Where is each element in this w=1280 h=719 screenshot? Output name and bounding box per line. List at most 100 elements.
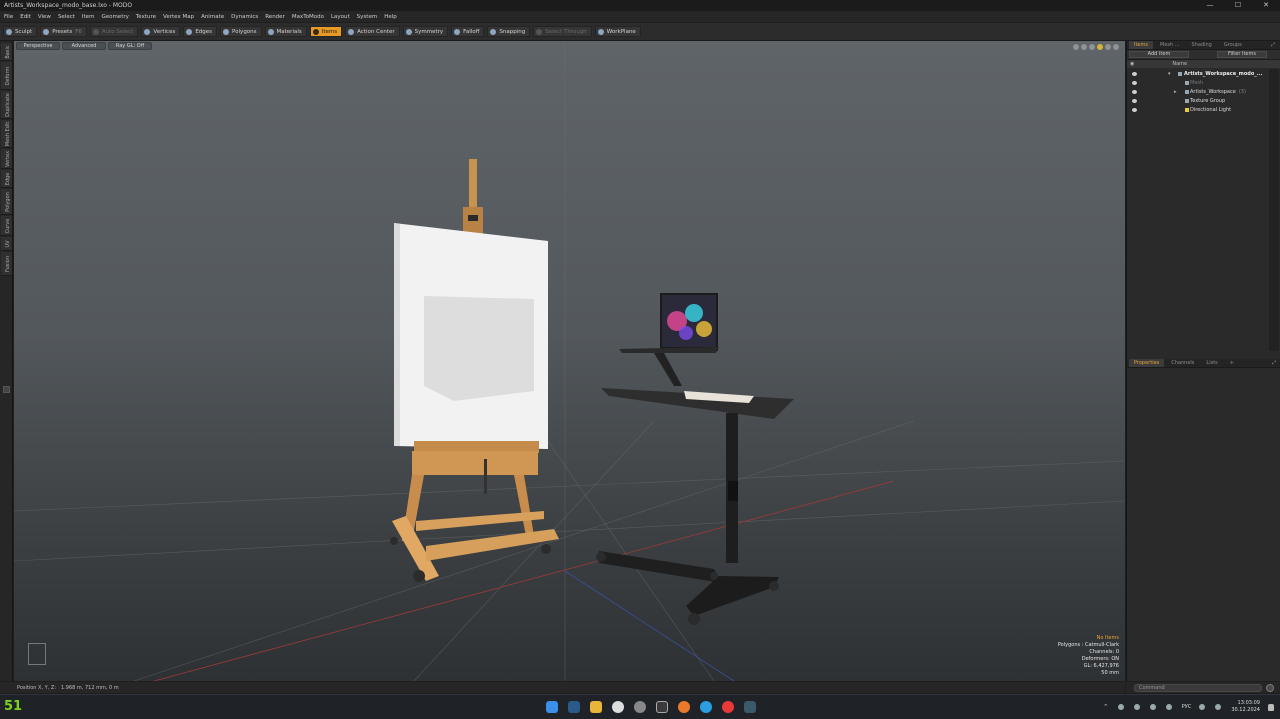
presets-button[interactable]: Presets F6 bbox=[40, 26, 87, 37]
3d-viewport[interactable]: Perspective Advanced Ray GL: Off No Item… bbox=[14, 41, 1125, 681]
falloff-button[interactable]: Falloff bbox=[451, 26, 485, 37]
minimize-button[interactable]: — bbox=[1196, 0, 1224, 11]
ground-grid bbox=[14, 41, 1125, 681]
wifi-icon[interactable] bbox=[1199, 704, 1206, 710]
visibility-eye-icon[interactable] bbox=[1132, 99, 1137, 103]
steam-icon[interactable] bbox=[568, 701, 580, 713]
camera-icon[interactable] bbox=[1105, 44, 1111, 50]
materials-button[interactable]: Materials bbox=[264, 26, 307, 37]
items-button[interactable]: Items bbox=[309, 26, 343, 37]
obs-icon[interactable] bbox=[634, 701, 646, 713]
stats-gl: GL: 6,427,976 bbox=[1083, 663, 1119, 669]
command-bar: Command bbox=[1126, 682, 1280, 693]
tab-lists[interactable]: Lists bbox=[1201, 359, 1222, 367]
windows-start-icon[interactable] bbox=[546, 701, 558, 713]
visibility-column-icon: ◉ bbox=[1130, 61, 1135, 67]
command-input[interactable]: Command bbox=[1134, 683, 1262, 692]
panel-toggle-handle[interactable] bbox=[3, 386, 10, 393]
zoom-view-icon[interactable] bbox=[1089, 44, 1095, 50]
menu-view[interactable]: View bbox=[38, 14, 51, 20]
tree-row-texture-group[interactable]: Texture Group bbox=[1127, 97, 1268, 105]
menu-layout[interactable]: Layout bbox=[331, 14, 350, 20]
edges-button[interactable]: Edges bbox=[183, 26, 218, 37]
panel-options-icon[interactable]: ⤢ bbox=[1269, 359, 1279, 367]
collapse-arrow-icon[interactable]: ▾ bbox=[1168, 71, 1171, 77]
action-center-button[interactable]: Action Center bbox=[345, 26, 400, 37]
viewport-tab-raygl[interactable]: Ray GL: Off bbox=[108, 42, 152, 50]
polygons-button[interactable]: Polygons bbox=[220, 26, 262, 37]
materials-icon bbox=[267, 28, 274, 35]
menu-render[interactable]: Render bbox=[265, 14, 285, 20]
visibility-eye-icon[interactable] bbox=[1132, 72, 1137, 76]
menu-item[interactable]: Item bbox=[82, 14, 95, 20]
tree-row-artists-workspace[interactable]: ▸ Artists_Workspace (3) bbox=[1127, 88, 1268, 96]
cloud-icon[interactable] bbox=[1165, 704, 1172, 710]
tab-shading[interactable]: Shading bbox=[1187, 41, 1217, 49]
tab-items[interactable]: Items bbox=[1129, 41, 1153, 49]
language-indicator[interactable]: РУС bbox=[1182, 704, 1192, 710]
maximize-button[interactable]: ☐ bbox=[1224, 0, 1252, 11]
menu-select[interactable]: Select bbox=[58, 14, 75, 20]
menu-dynamics[interactable]: Dynamics bbox=[231, 14, 258, 20]
bluetooth-icon[interactable] bbox=[1117, 704, 1124, 710]
tree-row-directional-light[interactable]: Directional Light bbox=[1127, 106, 1268, 114]
select-through-icon bbox=[536, 28, 543, 35]
file-explorer-icon[interactable] bbox=[590, 701, 602, 713]
panel-options-icon[interactable]: ⤢ bbox=[1268, 41, 1278, 49]
select-through-button[interactable]: Select Through bbox=[533, 26, 592, 37]
tree-row-scene[interactable]: ▾ Artists_Workspace_modo_... bbox=[1127, 70, 1268, 78]
menu-edit[interactable]: Edit bbox=[20, 14, 31, 20]
items-tree: ▾ Artists_Workspace_modo_... Mesh ▸ Arti… bbox=[1127, 68, 1280, 348]
menu-file[interactable]: File bbox=[4, 14, 13, 20]
steam-tray-icon[interactable] bbox=[1133, 704, 1140, 710]
menu-help[interactable]: Help bbox=[384, 14, 397, 20]
add-tab-button[interactable]: + bbox=[1225, 359, 1239, 367]
menu-system[interactable]: System bbox=[357, 14, 378, 20]
network-tray-icon[interactable] bbox=[1149, 704, 1156, 710]
workplane-button[interactable]: WorkPlane bbox=[594, 26, 641, 37]
modo-icon[interactable] bbox=[744, 701, 756, 713]
vertices-button[interactable]: Vertices bbox=[141, 26, 181, 37]
easel-model bbox=[390, 159, 559, 582]
viewport-tab-advanced[interactable]: Advanced bbox=[62, 42, 106, 50]
expand-arrow-icon[interactable]: ▸ bbox=[1174, 89, 1177, 95]
viewport-menu-icon[interactable] bbox=[1113, 44, 1119, 50]
menu-texture[interactable]: Texture bbox=[136, 14, 156, 20]
chevron-up-icon[interactable]: ^ bbox=[1104, 704, 1108, 710]
symmetry-button[interactable]: Symmetry bbox=[402, 26, 449, 37]
visibility-eye-icon[interactable] bbox=[1132, 108, 1137, 112]
filter-items-button[interactable]: Filter Items bbox=[1217, 51, 1267, 58]
move-view-icon[interactable] bbox=[1073, 44, 1079, 50]
firefox-icon[interactable] bbox=[678, 701, 690, 713]
visibility-eye-icon[interactable] bbox=[1132, 90, 1137, 94]
close-button[interactable]: ✕ bbox=[1252, 0, 1280, 11]
viewport-tab-perspective[interactable]: Perspective bbox=[16, 42, 60, 50]
tree-row-mesh[interactable]: Mesh bbox=[1127, 79, 1268, 87]
tab-groups[interactable]: Groups bbox=[1219, 41, 1247, 49]
light-icon[interactable] bbox=[1097, 44, 1103, 50]
command-clear-icon[interactable] bbox=[1266, 683, 1274, 692]
app-icon[interactable] bbox=[656, 701, 668, 713]
tab-fusion[interactable]: Fusion bbox=[1, 252, 12, 276]
weather-widget[interactable]: 51 bbox=[4, 699, 22, 714]
visibility-eye-icon[interactable] bbox=[1132, 81, 1137, 85]
snapping-button[interactable]: Snapping bbox=[487, 26, 531, 37]
telegram-icon[interactable] bbox=[700, 701, 712, 713]
clock[interactable]: 13:03:09 30.12.2024 bbox=[1231, 700, 1260, 714]
tab-channels[interactable]: Channels bbox=[1166, 359, 1199, 367]
menu-vertex-map[interactable]: Vertex Map bbox=[163, 14, 194, 20]
auto-select-button[interactable]: Auto Select bbox=[89, 26, 139, 37]
tab-mesh[interactable]: Mesh ... bbox=[1155, 41, 1185, 49]
add-item-button[interactable]: Add Item bbox=[1129, 51, 1189, 58]
items-scrollbar[interactable] bbox=[1269, 69, 1279, 351]
tab-properties[interactable]: Properties bbox=[1129, 359, 1165, 367]
volume-icon[interactable] bbox=[1215, 704, 1222, 710]
unreal-engine-icon[interactable] bbox=[612, 701, 624, 713]
menu-maxtomodo[interactable]: MaxToModo bbox=[292, 14, 324, 20]
yandex-browser-icon[interactable] bbox=[722, 701, 734, 713]
menu-geometry[interactable]: Geometry bbox=[101, 14, 128, 20]
notification-bell-icon[interactable] bbox=[1268, 703, 1274, 711]
rotate-view-icon[interactable] bbox=[1081, 44, 1087, 50]
name-column[interactable]: Name bbox=[1172, 61, 1187, 67]
menu-animate[interactable]: Animate bbox=[201, 14, 224, 20]
